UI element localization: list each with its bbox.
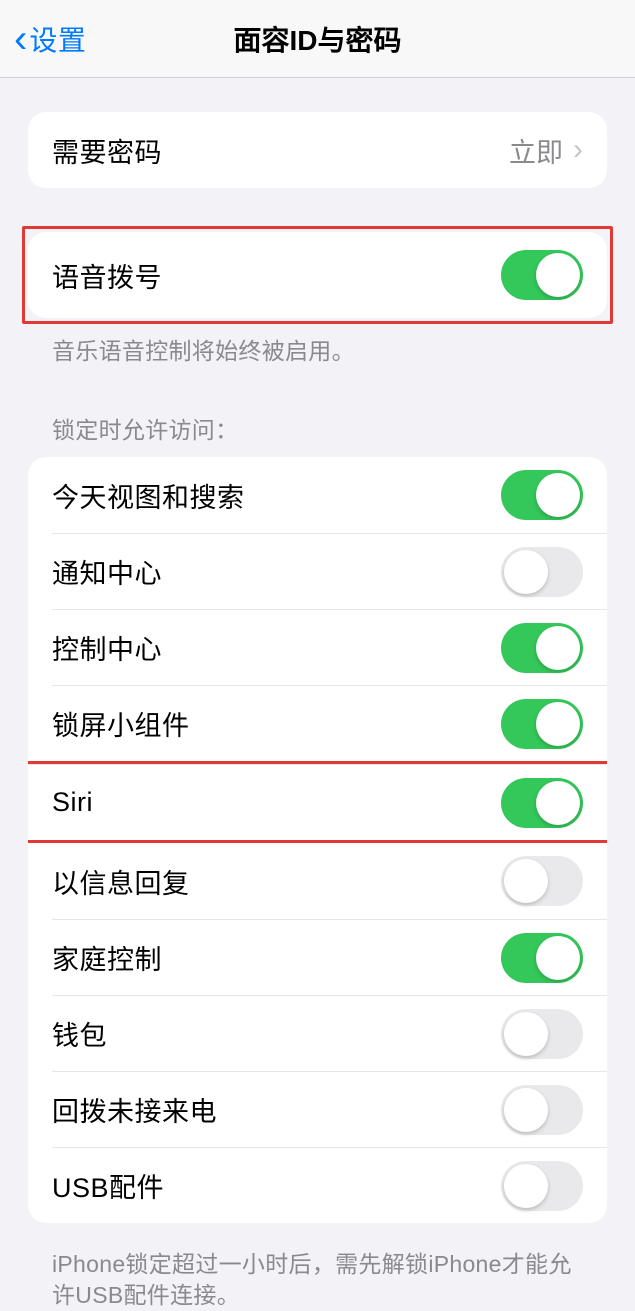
lock-access-toggle[interactable] [501, 856, 583, 906]
toggle-knob [536, 253, 580, 297]
lock-access-toggle[interactable] [501, 470, 583, 520]
nav-bar: ‹ 设置 面容ID与密码 [0, 0, 635, 78]
lock-access-row: 通知中心 [52, 533, 607, 609]
chevron-right-icon: › [573, 133, 583, 167]
toggle-knob [504, 859, 548, 903]
lock-access-toggle[interactable] [501, 1009, 583, 1059]
lock-access-row: Siri [28, 764, 607, 840]
toggle-knob [536, 702, 580, 746]
lock-access-label: 家庭控制 [52, 938, 162, 977]
lock-access-toggle[interactable] [501, 547, 583, 597]
toggle-knob [536, 936, 580, 980]
toggle-knob [504, 1012, 548, 1056]
voice-dial-group: 语音拨号 [28, 232, 607, 318]
toggle-knob [536, 781, 580, 825]
toggle-knob [504, 1164, 548, 1208]
voice-dial-row: 语音拨号 [28, 232, 607, 318]
lock-access-row: 控制中心 [52, 609, 607, 685]
lock-access-group: 今天视图和搜索通知中心控制中心锁屏小组件 Siri 以信息回复家庭控制钱包回拨未接来… [28, 457, 607, 1223]
lock-access-row: USB配件 [52, 1147, 607, 1223]
lock-access-label: 以信息回复 [52, 862, 190, 901]
lock-access-row: 今天视图和搜索 [28, 457, 607, 533]
lock-access-footer: iPhone锁定超过一小时后，需先解锁iPhone才能允许USB配件连接。 [28, 1237, 607, 1311]
lock-access-toggle[interactable] [501, 933, 583, 983]
lock-access-row: 钱包 [52, 995, 607, 1071]
lock-access-toggle[interactable] [501, 623, 583, 673]
require-passcode-label: 需要密码 [52, 131, 162, 170]
require-passcode-row[interactable]: 需要密码 立即 › [28, 112, 607, 188]
highlight-siri: Siri [28, 761, 607, 843]
voice-dial-toggle[interactable] [501, 250, 583, 300]
lock-access-label: 钱包 [52, 1014, 107, 1053]
lock-access-toggle[interactable] [501, 1085, 583, 1135]
lock-access-label: 通知中心 [52, 552, 162, 591]
toggle-knob [504, 1088, 548, 1132]
voice-dial-footer: 音乐语音控制将始终被启用。 [28, 324, 607, 367]
lock-access-toggle[interactable] [501, 699, 583, 749]
lock-access-toggle[interactable] [501, 1161, 583, 1211]
lock-access-toggle[interactable] [501, 778, 583, 828]
back-button[interactable]: ‹ 设置 [0, 19, 86, 59]
lock-access-label: USB配件 [52, 1166, 164, 1205]
lock-access-label: 回拨未接来电 [52, 1090, 217, 1129]
lock-access-row: 锁屏小组件 [52, 685, 607, 761]
toggle-knob [504, 550, 548, 594]
lock-access-row: 家庭控制 [52, 919, 607, 995]
lock-access-row: 以信息回复 [28, 843, 607, 919]
lock-access-row: 回拨未接来电 [52, 1071, 607, 1147]
toggle-knob [536, 626, 580, 670]
passcode-group: 需要密码 立即 › [28, 112, 607, 188]
require-passcode-value: 立即 [509, 131, 563, 170]
toggle-knob [536, 473, 580, 517]
highlight-voice-dial: 语音拨号 [22, 226, 613, 324]
lock-access-header: 锁定时允许访问： [28, 411, 607, 457]
chevron-left-icon: ‹ [14, 19, 27, 59]
voice-dial-label: 语音拨号 [52, 256, 162, 295]
back-label: 设置 [29, 19, 86, 59]
lock-access-label: 今天视图和搜索 [52, 476, 245, 515]
lock-access-label: 锁屏小组件 [52, 704, 190, 743]
lock-access-label: Siri [52, 787, 93, 818]
page-title: 面容ID与密码 [0, 19, 635, 59]
lock-access-label: 控制中心 [52, 628, 162, 667]
